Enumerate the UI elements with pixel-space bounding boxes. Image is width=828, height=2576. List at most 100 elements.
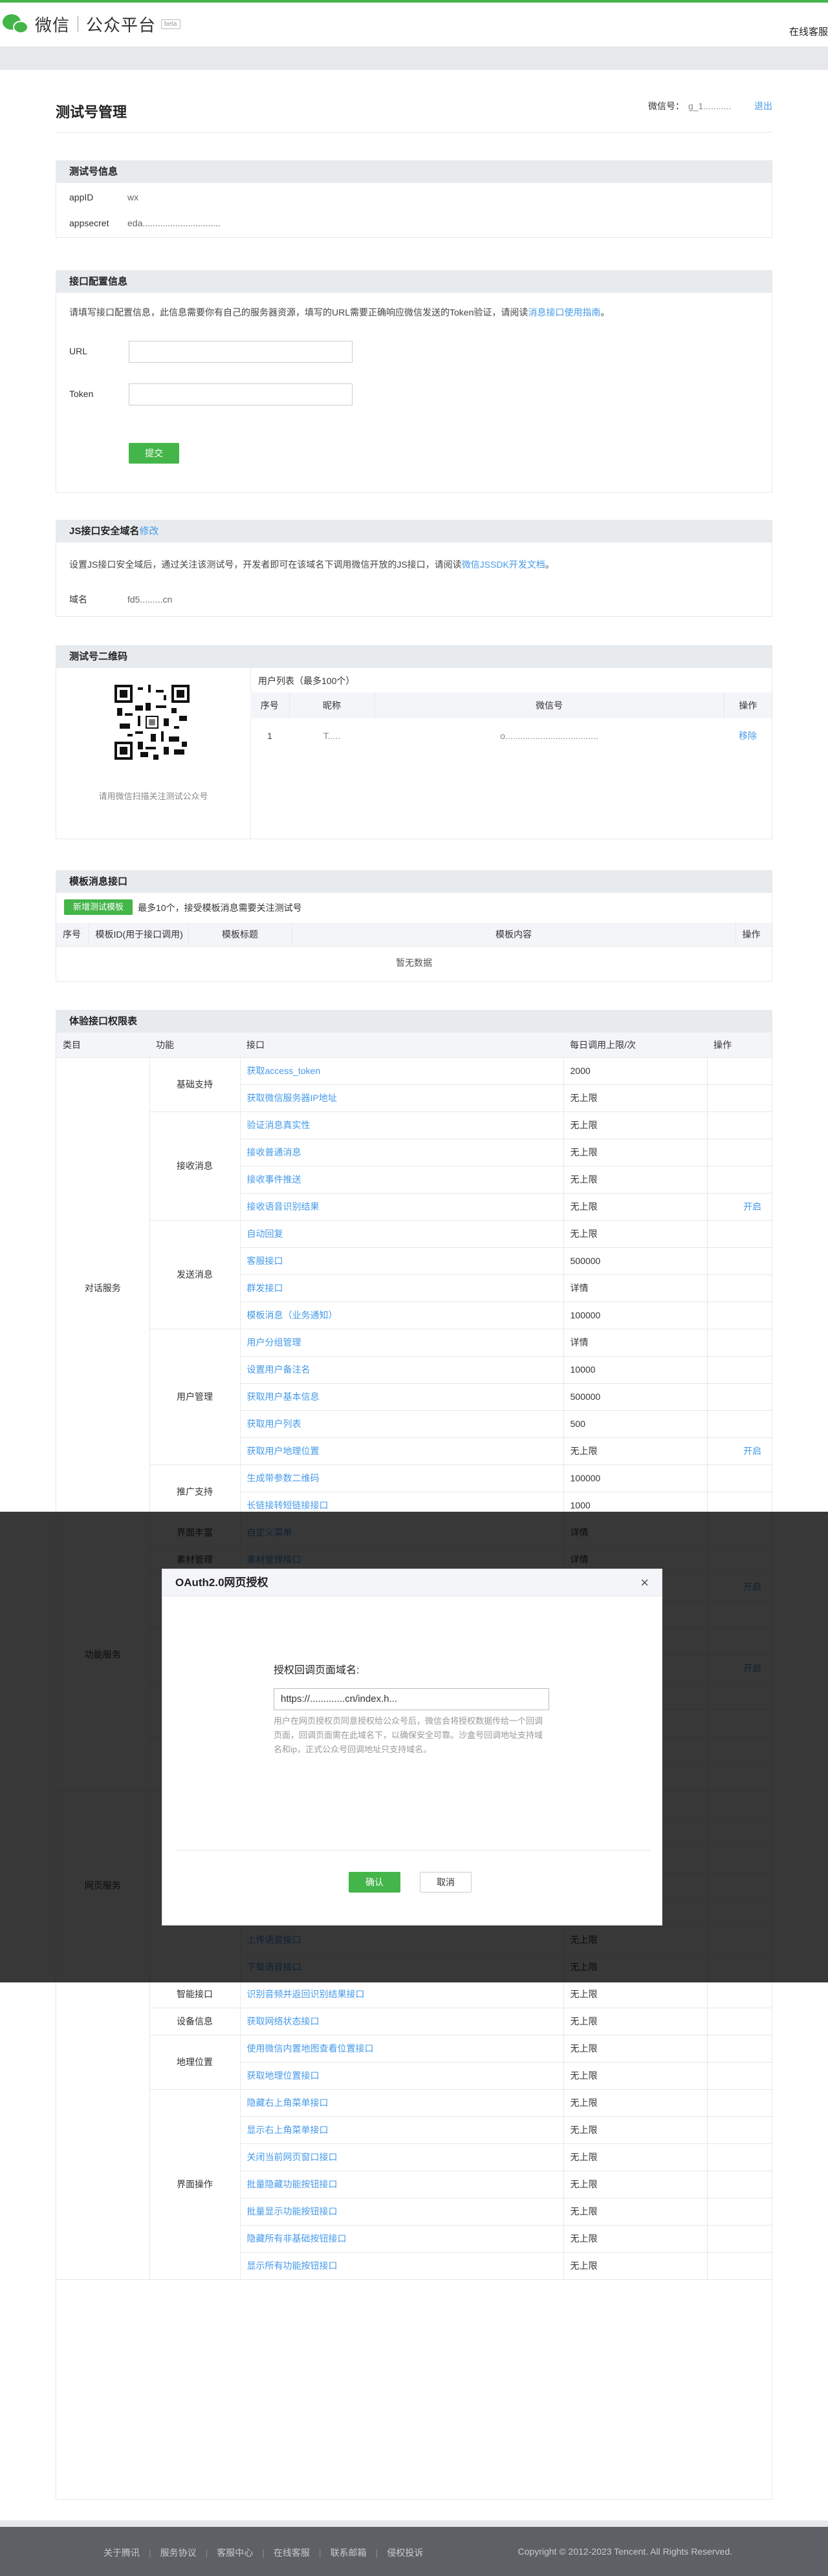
api-link[interactable]: 设置用户备注名 (240, 1356, 564, 1384)
api-link[interactable]: 获取access_token (240, 1057, 564, 1085)
table-row: 对话服务 基础支持 获取access_token 2000 (56, 1057, 772, 1519)
confirm-button[interactable]: 确认 (349, 1872, 400, 1893)
enable-link (707, 2008, 772, 2035)
api-link[interactable]: 接收事件推送 (240, 1166, 564, 1194)
message-api-guide-link[interactable]: 消息接口使用指南 (528, 307, 600, 317)
api-link[interactable]: 批量显示功能按钮接口 (240, 2198, 564, 2226)
api-link[interactable]: 生成带参数二维码 (240, 1465, 564, 1492)
daily-limit: 无上限 (563, 2225, 708, 2253)
api-link[interactable]: 验证消息真实性 (240, 1111, 564, 1139)
url-label: URL (69, 346, 88, 356)
daily-limit: 无上限 (563, 2198, 708, 2226)
daily-limit: 详情 (563, 1274, 708, 1302)
daily-limit: 无上限 (563, 1980, 708, 2008)
token-label: Token (69, 389, 94, 399)
table-row: 发送消息 自动回复 无上限 (56, 1220, 772, 1329)
api-link[interactable]: 获取微信服务器IP地址 (240, 1084, 564, 1112)
token-input[interactable] (129, 383, 353, 405)
daily-limit: 无上限 (563, 2008, 708, 2035)
enable-link (707, 2198, 772, 2226)
api-link[interactable]: 自动回复 (240, 1220, 564, 1248)
panel-header: JS接口安全域名修改 (56, 521, 772, 542)
daily-limit: 无上限 (563, 1193, 708, 1221)
logout-link[interactable]: 退出 (754, 101, 772, 111)
panel-header: 模板消息接口 (56, 871, 772, 893)
panel-header: 测试号二维码 (56, 646, 772, 668)
api-link[interactable]: 获取用户基本信息 (240, 1383, 564, 1411)
daily-limit: 无上限 (563, 2171, 708, 2198)
enable-link[interactable]: 开启 (707, 1193, 772, 1221)
col-header: 功能 (149, 1033, 240, 1058)
enable-link (707, 1980, 772, 2008)
online-service-link[interactable]: 在线客服 (789, 25, 828, 38)
user-wxid: o..................................... (500, 731, 598, 741)
api-link[interactable]: 获取用户地理位置 (240, 1437, 564, 1465)
footer-link[interactable]: 侵权投诉 (387, 2548, 423, 2558)
jssdk-doc-link[interactable]: 微信JSSDK开发文档 (462, 559, 545, 570)
api-link[interactable]: 使用微信内置地图查看位置接口 (240, 2035, 564, 2063)
cancel-button[interactable]: 取消 (420, 1872, 472, 1893)
config-description: 请填写接口配置信息，此信息需要你有自己的服务器资源，填写的URL需要正确响应微信… (69, 306, 609, 319)
table-row: 地理位置 使用微信内置地图查看位置接口 无上限 (56, 2035, 772, 2090)
table-row: 接收消息 验证消息真实性 无上限 (56, 1111, 772, 1221)
api-link[interactable]: 模板消息（业务通知） (240, 1302, 564, 1329)
enable-link[interactable]: 开启 (707, 1437, 772, 1465)
remove-user-link[interactable]: 移除 (739, 731, 757, 741)
api-link[interactable]: 群发接口 (240, 1274, 564, 1302)
api-link[interactable]: 识别音频并返回识别结果接口 (240, 1980, 564, 2008)
footer-link[interactable]: 联系邮箱 (331, 2548, 367, 2558)
user-list-title: 用户列表（最多100个） (258, 676, 355, 686)
daily-limit: 10000 (563, 1356, 708, 1384)
footer-link[interactable]: 在线客服 (274, 2548, 310, 2558)
url-input[interactable] (129, 341, 353, 363)
appid-label: appID (69, 192, 94, 202)
api-link[interactable]: 获取网络状态接口 (240, 2008, 564, 2035)
submit-button[interactable]: 提交 (129, 443, 179, 464)
daily-limit: 500000 (563, 1383, 708, 1411)
template-message-panel: 模板消息接口 新增测试模板 最多10个，接受模板消息需要关注测试号 序号 模板I… (56, 870, 772, 982)
daily-limit: 无上限 (563, 2035, 708, 2063)
user-no: 1 (267, 731, 272, 741)
config-desc-text: 请填写接口配置信息，此信息需要你有自己的服务器资源，填写的URL需要正确响应微信… (69, 307, 528, 317)
daily-limit: 无上限 (563, 1166, 708, 1194)
api-link[interactable]: 获取地理位置接口 (240, 2062, 564, 2090)
logo-text: 微信 (35, 15, 71, 35)
footer-links: 关于腾讯 | 服务协议 | 客服中心 | 在线客服 | 联系邮箱 | 侵权投诉 (104, 2546, 423, 2559)
modify-domain-link[interactable]: 修改 (139, 526, 158, 537)
api-link[interactable]: 获取用户列表 (240, 1410, 564, 1438)
col-header: 模板ID(用于接口调用) (89, 923, 189, 946)
api-link[interactable]: 隐藏右上角菜单接口 (240, 2089, 564, 2117)
api-link[interactable]: 关闭当前网页窗口接口 (240, 2143, 564, 2171)
account-value: g_1........... (688, 101, 731, 111)
function-cell: 地理位置 (149, 2035, 241, 2090)
enable-link (707, 1220, 772, 1248)
daily-limit: 2000 (563, 1057, 708, 1085)
close-icon[interactable]: × (640, 1576, 649, 1590)
callback-domain-input[interactable]: https://.............cn/index.h... (274, 1688, 549, 1710)
page-title: 测试号管理 (56, 104, 127, 120)
config-desc-suffix: 。 (600, 307, 610, 317)
api-link[interactable]: 批量隐藏功能按钮接口 (240, 2171, 564, 2198)
api-link[interactable]: 显示所有功能按钮接口 (240, 2252, 564, 2280)
template-table: 序号 模板ID(用于接口调用) 模板标题 模板内容 操作 暂无数据 (56, 923, 772, 980)
footer-link[interactable]: 客服中心 (217, 2548, 253, 2558)
api-link[interactable]: 显示右上角菜单接口 (240, 2116, 564, 2144)
col-header: 昵称 (289, 692, 375, 718)
api-link[interactable]: 接收普通消息 (240, 1139, 564, 1166)
logo[interactable]: 微信 公众平台 beta (0, 10, 180, 38)
api-link[interactable]: 隐藏所有非基础按钮接口 (240, 2225, 564, 2253)
api-link[interactable]: 用户分组管理 (240, 1329, 564, 1357)
api-link[interactable]: 客服接口 (240, 1247, 564, 1275)
panel-header: 体验接口权限表 (56, 1011, 772, 1033)
footer-separator: | (318, 2548, 321, 2558)
api-link[interactable]: 接收语音识别结果 (240, 1193, 564, 1221)
beta-badge: beta (161, 19, 180, 29)
footer-link[interactable]: 服务协议 (160, 2548, 197, 2558)
footer-link[interactable]: 关于腾讯 (104, 2548, 140, 2558)
main-content: 测试号管理 微信号： g_1........... 退出 测试号信息 appID wx… (0, 70, 828, 2520)
copyright: Copyright © 2012-2023 Tencent. All Right… (518, 2546, 732, 2557)
table-row: 1 T..... o..............................… (250, 718, 772, 753)
add-template-button[interactable]: 新增测试模板 (64, 899, 133, 915)
api-config-panel: 接口配置信息 请填写接口配置信息，此信息需要你有自己的服务器资源，填写的URL需… (56, 270, 772, 493)
daily-limit: 100000 (563, 1465, 708, 1492)
